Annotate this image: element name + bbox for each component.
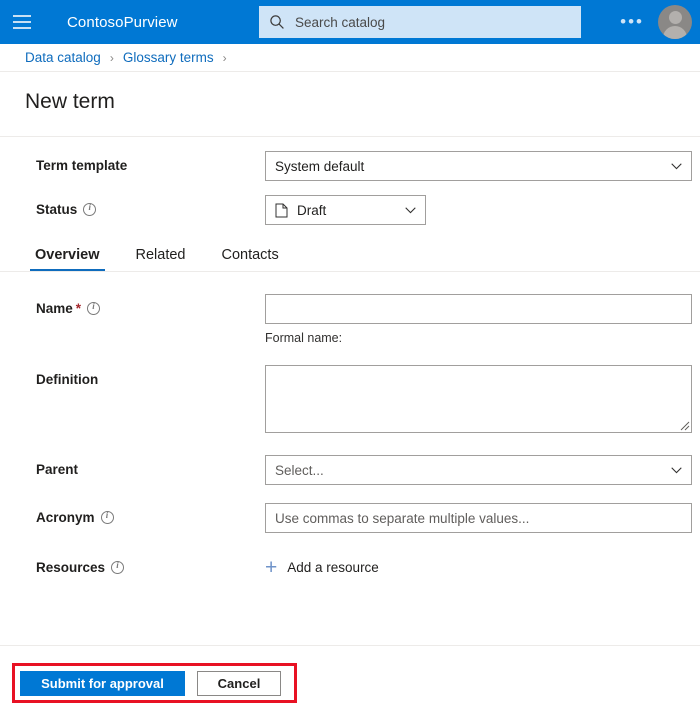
tab-contacts[interactable]: Contacts (216, 247, 283, 271)
footer-actions: Submit for approval Cancel (20, 671, 281, 696)
tab-bar: Overview Related Contacts (0, 235, 700, 272)
add-resource-button[interactable]: + Add a resource (265, 553, 700, 578)
cancel-button[interactable]: Cancel (197, 671, 281, 696)
search-placeholder-text: Search catalog (295, 14, 386, 30)
definition-textarea[interactable] (265, 365, 692, 433)
avatar-body (663, 26, 687, 39)
status-label: Status (36, 195, 265, 217)
formal-name-hint: Formal name: (265, 331, 343, 345)
form-row-acronym: Acronym Use commas to separate multiple … (0, 503, 700, 533)
name-label-text: Name (36, 301, 73, 316)
term-template-label-text: Term template (36, 158, 128, 173)
app-brand-title: ContosoPurview (67, 13, 178, 31)
status-label-text: Status (36, 202, 78, 217)
parent-dropdown[interactable]: Select... (265, 455, 692, 485)
definition-label: Definition (36, 365, 265, 387)
form-row-definition: Definition (0, 365, 700, 433)
form-row-name: Name * Formal name: (0, 294, 700, 345)
required-marker: * (75, 301, 82, 316)
resources-control: + Add a resource (265, 553, 700, 578)
tab-related[interactable]: Related (131, 247, 191, 271)
plus-icon: + (265, 556, 278, 579)
parent-label: Parent (36, 455, 265, 477)
info-icon[interactable] (111, 560, 125, 574)
info-icon[interactable] (100, 510, 114, 524)
form-row-parent: Parent Select... (0, 455, 700, 485)
term-template-dropdown[interactable]: System default (265, 151, 692, 181)
name-control: Formal name: (265, 294, 700, 345)
search-icon (270, 15, 284, 29)
form-row-resources: Resources + Add a resource (0, 553, 700, 578)
parent-label-text: Parent (36, 462, 79, 477)
name-input[interactable] (265, 294, 692, 324)
term-template-value: System default (275, 158, 365, 174)
status-value: Draft (297, 202, 327, 218)
resize-handle-icon[interactable] (678, 419, 690, 431)
breadcrumb-separator-icon: › (222, 50, 227, 65)
page-title: New term (25, 90, 115, 113)
breadcrumb-separator-icon: › (109, 50, 114, 65)
resources-label-text: Resources (36, 560, 106, 575)
hamburger-menu-icon[interactable] (0, 0, 44, 44)
acronym-label: Acronym (36, 503, 265, 525)
more-options-icon[interactable]: ••• (620, 0, 644, 44)
acronym-label-text: Acronym (36, 510, 95, 525)
breadcrumb-item-glossary-terms[interactable]: Glossary terms (123, 50, 214, 65)
info-icon[interactable] (83, 202, 97, 216)
form-row-term-template: Term template System default (0, 151, 700, 181)
breadcrumb-item-data-catalog[interactable]: Data catalog (25, 50, 101, 65)
acronym-input[interactable]: Use commas to separate multiple values..… (265, 503, 692, 533)
overview-tab-panel: Name * Formal name: Definition Parent (0, 272, 700, 578)
document-icon (275, 203, 288, 217)
term-template-control: System default (265, 151, 700, 181)
hamburger-line (13, 27, 31, 29)
name-label: Name * (36, 294, 265, 316)
acronym-control: Use commas to separate multiple values..… (265, 503, 700, 533)
footer-divider (0, 645, 700, 646)
avatar[interactable] (658, 5, 692, 39)
term-template-label: Term template (36, 151, 265, 173)
hamburger-line (13, 21, 31, 23)
chevron-down-icon (405, 206, 416, 213)
parent-value: Select... (275, 462, 324, 478)
search-input[interactable]: Search catalog (259, 6, 581, 38)
add-resource-label: Add a resource (287, 560, 379, 575)
form-top-section: Term template System default Status Draf… (0, 137, 700, 225)
status-dropdown[interactable]: Draft (265, 195, 426, 225)
app-header: ContosoPurview Search catalog ••• (0, 0, 700, 44)
info-icon[interactable] (87, 301, 101, 315)
parent-control: Select... (265, 455, 700, 485)
resources-label: Resources (36, 553, 265, 575)
tab-overview[interactable]: Overview (30, 247, 105, 271)
avatar-head (668, 11, 682, 24)
hamburger-line (13, 15, 31, 17)
breadcrumb: Data catalog › Glossary terms › (0, 44, 700, 72)
definition-control (265, 365, 700, 433)
submit-for-approval-button[interactable]: Submit for approval (20, 671, 185, 696)
chevron-down-icon (671, 162, 682, 169)
status-control: Draft (265, 195, 700, 225)
acronym-placeholder-text: Use commas to separate multiple values..… (275, 510, 530, 526)
form-row-status: Status Draft (0, 195, 700, 225)
chevron-down-icon (671, 466, 682, 473)
definition-label-text: Definition (36, 372, 99, 387)
